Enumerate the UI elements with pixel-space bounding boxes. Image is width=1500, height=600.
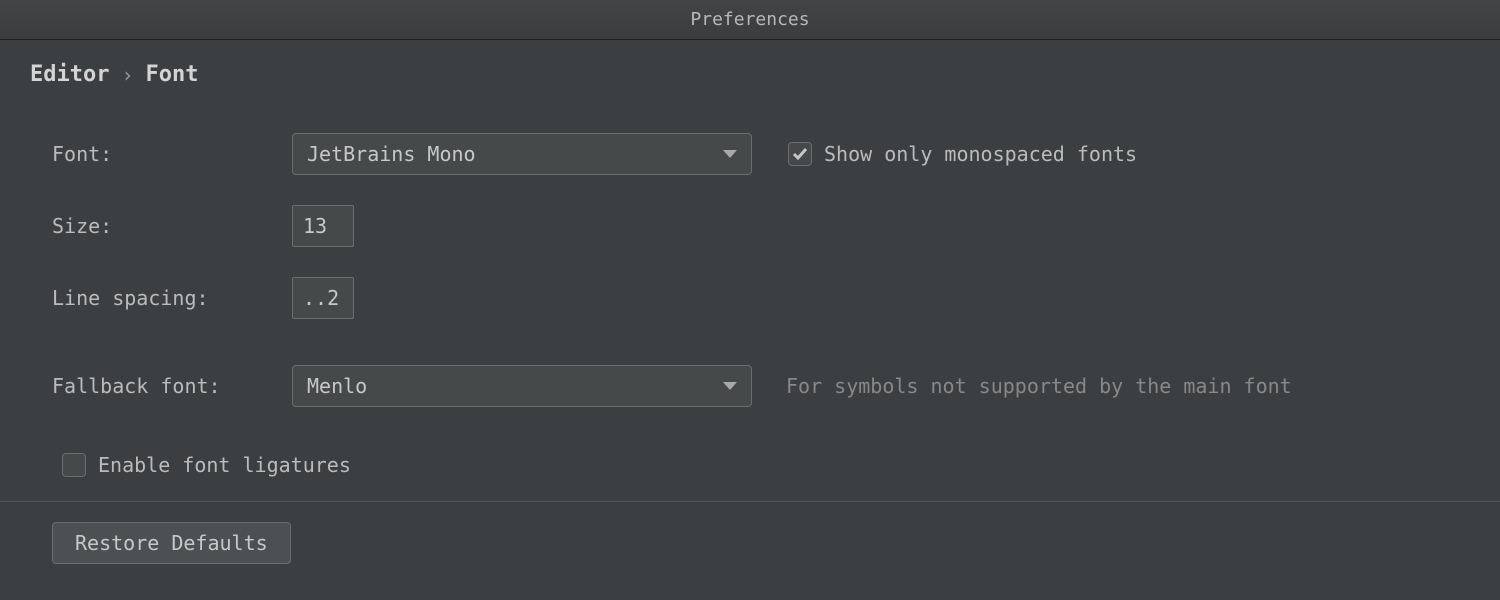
- line-spacing-label: Line spacing:: [52, 286, 292, 310]
- window-title: Preferences: [690, 9, 809, 30]
- divider: [0, 501, 1500, 502]
- size-input[interactable]: 13: [292, 205, 354, 247]
- fallback-font-hint: For symbols not supported by the main fo…: [786, 374, 1292, 398]
- chevron-down-icon: [723, 382, 737, 390]
- restore-defaults-label: Restore Defaults: [75, 531, 268, 555]
- fallback-font-label: Fallback font:: [52, 374, 292, 398]
- ligatures-checkbox-group[interactable]: Enable font ligatures: [62, 453, 351, 477]
- monospaced-only-checkbox[interactable]: [788, 142, 812, 166]
- size-value: 13: [303, 214, 327, 238]
- size-label: Size:: [52, 214, 292, 238]
- font-dropdown-value: JetBrains Mono: [307, 142, 476, 166]
- fallback-font-dropdown[interactable]: Menlo: [292, 365, 752, 407]
- breadcrumb-current: Font: [146, 62, 199, 87]
- monospaced-only-checkbox-group[interactable]: Show only monospaced fonts: [788, 142, 1137, 166]
- ligatures-checkbox[interactable]: [62, 453, 86, 477]
- breadcrumb-separator-icon: ›: [121, 63, 133, 87]
- chevron-down-icon: [723, 150, 737, 158]
- title-bar: Preferences: [0, 0, 1500, 40]
- monospaced-only-label: Show only monospaced fonts: [824, 142, 1137, 166]
- check-icon: [792, 146, 808, 162]
- breadcrumb: Editor › Font: [30, 62, 1470, 87]
- restore-defaults-button[interactable]: Restore Defaults: [52, 522, 291, 564]
- font-dropdown[interactable]: JetBrains Mono: [292, 133, 752, 175]
- font-label: Font:: [52, 142, 292, 166]
- line-spacing-input[interactable]: ..2: [292, 277, 354, 319]
- line-spacing-value: ..2: [303, 286, 339, 310]
- fallback-font-value: Menlo: [307, 374, 367, 398]
- ligatures-label: Enable font ligatures: [98, 453, 351, 477]
- breadcrumb-parent[interactable]: Editor: [30, 62, 109, 87]
